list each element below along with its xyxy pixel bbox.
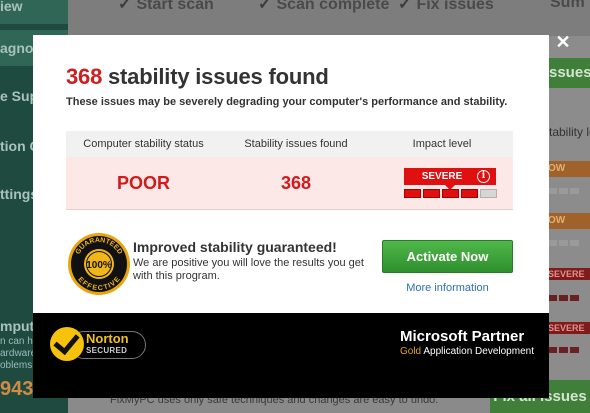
- header-status: Computer stability status: [83, 138, 204, 150]
- ms-sub-rest: Application Development: [421, 346, 534, 357]
- results-table-header: Computer stability status Stability issu…: [66, 131, 513, 157]
- guarantee-text: We are positive you will love the result…: [133, 257, 364, 282]
- bg-impact-bar: [548, 181, 590, 194]
- impact-segment: [404, 189, 421, 198]
- impact-label: SEVERE: [421, 171, 463, 182]
- bg-issues-button: ssues: [549, 58, 590, 88]
- bg-impact-bar: [548, 340, 590, 353]
- check-icon: ✓: [258, 0, 272, 13]
- check-icon: ✓: [118, 0, 132, 13]
- close-icon[interactable]: ✕: [553, 32, 573, 52]
- bg-step-complete: ✓ Scan complete: [258, 0, 389, 14]
- bg-low-badge: OW: [548, 213, 590, 229]
- more-information-link[interactable]: More information: [382, 282, 513, 294]
- bg-impact-bar: [548, 233, 590, 246]
- bg-severe-badge: SEVERE: [548, 268, 590, 280]
- title-text: stability issues found: [102, 64, 329, 89]
- norton-sub: SECURED: [86, 346, 128, 355]
- impact-segment: [442, 189, 459, 198]
- seal-percent: 100%: [86, 260, 112, 271]
- info-icon[interactable]: i: [477, 170, 490, 183]
- impact-level-bar: [404, 189, 498, 198]
- check-icon: ✓: [398, 0, 412, 13]
- impact-segment: [480, 189, 497, 198]
- impact-segment: [423, 189, 440, 198]
- guarantee-title: Improved stability guaranteed!: [133, 239, 337, 255]
- norton-name: Norton: [86, 331, 129, 346]
- bg-sidebar-item: iew: [0, 0, 68, 24]
- bg-impact-bar: [548, 288, 590, 301]
- bg-step-fix: ✓ Fix issues: [398, 0, 494, 14]
- microsoft-partner-sub: Gold Application Development: [400, 346, 534, 357]
- bg-stability-loss: tability loss: [549, 125, 590, 139]
- microsoft-partner-title: Microsoft Partner: [400, 328, 525, 345]
- header-impact: Impact level: [412, 138, 472, 150]
- guarantee-seal-icon: GUARANTEED EFFECTIVE 100%: [68, 233, 130, 295]
- issues-value: 368: [280, 173, 312, 193]
- impact-segment: [461, 189, 478, 198]
- ms-gold: Gold: [400, 346, 422, 357]
- activate-now-button[interactable]: Activate Now: [382, 240, 513, 273]
- bg-severe-badge: SEVERE: [548, 322, 590, 334]
- bg-low-badge: OW: [548, 161, 590, 177]
- dialog-footer: Norton SECURED Microsoft Partner Gold Ap…: [33, 313, 549, 398]
- norton-check-icon: [50, 327, 84, 361]
- status-value: POOR: [116, 173, 170, 193]
- bg-step-bar: ✓ Start scan ✓ Scan complete ✓ Fix issue…: [68, 0, 590, 36]
- bg-step-start: ✓ Start scan: [118, 0, 214, 14]
- norton-secured-badge: Norton SECURED: [50, 327, 148, 365]
- dialog-subtitle: These issues may be severely degrading y…: [66, 96, 508, 108]
- issues-dialog: 368 stability issues found These issues …: [33, 35, 549, 398]
- bg-step-summary: Sum: [550, 0, 585, 11]
- header-issues: Stability issues found: [244, 138, 348, 150]
- impact-badge: SEVERE i: [404, 168, 496, 190]
- issue-count: 368: [66, 64, 103, 89]
- dialog-title: 368 stability issues found: [66, 64, 329, 90]
